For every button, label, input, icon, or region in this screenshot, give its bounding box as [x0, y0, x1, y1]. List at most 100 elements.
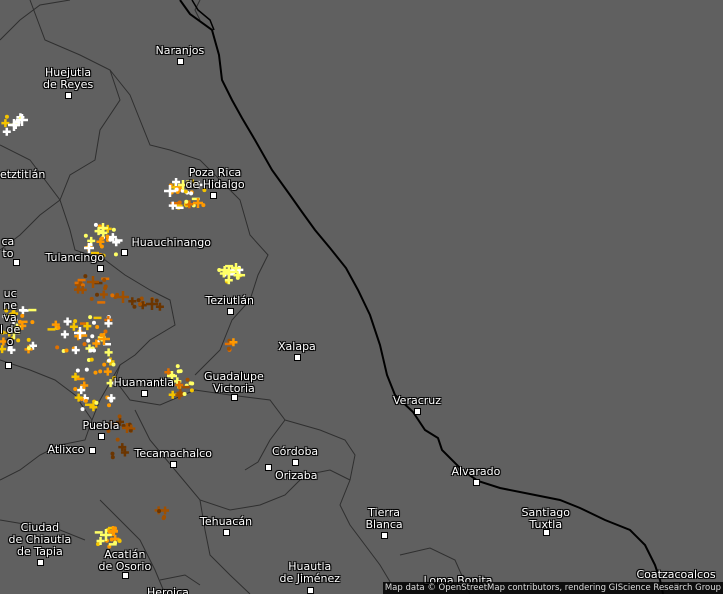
city-marker-huauchinango[interactable] — [121, 249, 128, 256]
city-label-xalapa[interactable]: Xalapa — [278, 341, 316, 353]
city-label-chiautla[interactable]: Ciudad de Chiautla de Tapia — [9, 522, 72, 558]
strike-dot — [110, 455, 115, 460]
city-marker-tulancingo[interactable] — [97, 265, 104, 272]
strike-plus — [128, 297, 137, 306]
strike-plus — [103, 367, 112, 376]
strike-dot — [226, 346, 231, 351]
strike-dot — [93, 222, 98, 227]
city-label-naranjos[interactable]: Naranjos — [156, 45, 205, 57]
strike-dot — [20, 313, 25, 318]
strike-dot — [56, 325, 61, 330]
strike-dot — [110, 451, 115, 456]
strike-dot — [90, 334, 95, 339]
city-label-huauchinango[interactable]: Huauchinango — [132, 237, 211, 249]
strike-dot — [217, 268, 222, 273]
city-label-tierra-blanca[interactable]: Tierra Blanca — [366, 507, 403, 531]
city-label-orizaba[interactable]: Orizaba — [275, 470, 317, 482]
strike-dot — [55, 345, 60, 350]
strike-dot — [157, 509, 162, 514]
city-label-atlixco[interactable]: Atlixco — [48, 444, 85, 456]
strike-dot — [190, 381, 195, 386]
strike-dot — [110, 293, 115, 298]
lagoon-shore — [191, 0, 215, 31]
strike-dot — [185, 377, 190, 382]
city-marker-poza-rica[interactable] — [210, 192, 217, 199]
city-marker-veracruz[interactable] — [414, 408, 421, 415]
city-label-tzitlan[interactable]: etztitlán — [0, 169, 45, 181]
city-label-tehuacan[interactable]: Tehuacán — [200, 516, 252, 528]
city-marker-left-uc[interactable] — [5, 362, 12, 369]
strike-dot — [175, 364, 180, 369]
strike-dot — [109, 537, 114, 542]
strike-plus — [99, 290, 108, 299]
strike-dot — [83, 274, 88, 279]
city-marker-left-ca[interactable] — [13, 259, 20, 266]
city-label-teziutlan[interactable]: Teziutlán — [206, 295, 255, 307]
city-label-left-ca[interactable]: ca to — [2, 236, 15, 260]
strike-dot — [184, 199, 189, 204]
city-label-left-uc[interactable]: uc ne va l de o — [0, 288, 20, 348]
city-label-huautla[interactable]: Huautla de Jiménez — [280, 561, 341, 585]
strike-dot — [115, 437, 120, 442]
city-label-cordoba[interactable]: Córdoba — [272, 446, 318, 458]
strike-dot — [154, 298, 159, 303]
strike-dot — [103, 329, 108, 334]
city-marker-cordoba[interactable] — [292, 459, 299, 466]
strike-dot — [89, 296, 94, 301]
city-label-huamantla[interactable]: Huamantla — [114, 377, 175, 389]
strike-plus — [161, 506, 170, 515]
city-marker-acatlan[interactable] — [122, 572, 129, 579]
city-marker-tierra-blanca[interactable] — [381, 532, 388, 539]
city-marker-huejutla[interactable] — [65, 92, 72, 99]
city-label-puebla[interactable]: Puebla — [83, 420, 120, 432]
map-canvas — [0, 0, 664, 594]
city-marker-atlixco[interactable] — [89, 447, 96, 454]
strike-plus — [63, 317, 72, 326]
city-marker-alvarado[interactable] — [473, 479, 480, 486]
strike-dot — [117, 539, 122, 544]
lightning-map[interactable]: Naranjos Huejutla de Reyes etztitlán Poza Ri… — [0, 0, 723, 594]
strike-plus — [60, 330, 69, 339]
city-marker-huautla[interactable] — [307, 587, 314, 594]
strike-dot — [26, 346, 31, 351]
city-label-tecamachalco[interactable]: Tecamachalco — [135, 448, 212, 460]
city-label-acatlan[interactable]: Acatlán de Osorio — [99, 549, 152, 573]
city-marker-xalapa[interactable] — [294, 354, 301, 361]
city-marker-tehuacan[interactable] — [223, 529, 230, 536]
city-marker-teziutlan[interactable] — [227, 308, 234, 315]
city-label-heroica[interactable]: Heroica — [147, 587, 189, 594]
strike-plus — [104, 348, 113, 357]
strike-dot — [83, 398, 88, 403]
strike-dot — [98, 369, 103, 374]
city-label-huejutla[interactable]: Huejutla de Reyes — [43, 67, 93, 91]
strike-dot — [84, 367, 89, 372]
strike-dot — [64, 348, 69, 353]
strike-dot — [102, 362, 107, 367]
strike-plus — [69, 322, 78, 331]
city-label-tulancingo[interactable]: Tulancingo — [46, 252, 105, 264]
strike-plus — [107, 394, 116, 403]
city-marker-chiautla[interactable] — [37, 559, 44, 566]
city-label-veracruz[interactable]: Veracruz — [393, 395, 441, 407]
city-marker-orizaba[interactable] — [265, 464, 272, 471]
strike-dot — [30, 320, 35, 325]
city-marker-guadalupe-victoria[interactable] — [231, 394, 238, 401]
strike-dot — [80, 407, 85, 412]
city-marker-puebla[interactable] — [98, 433, 105, 440]
city-label-santiago-tuxtla[interactable]: Santiago Tuxtla — [522, 507, 571, 531]
strike-dot — [117, 414, 122, 419]
city-label-coatzacoalcos[interactable]: Coatzacoalcos — [637, 569, 716, 581]
city-marker-huamantla[interactable] — [141, 390, 148, 397]
city-label-alvarado[interactable]: Alvarado — [452, 466, 501, 478]
strike-dot — [88, 315, 93, 320]
city-label-guadalupe-victoria[interactable]: Guadalupe Victoria — [204, 371, 264, 395]
city-marker-tecamachalco[interactable] — [170, 461, 177, 468]
city-label-poza-rica[interactable]: Poza Rica de Hidalgo — [186, 167, 245, 191]
city-marker-santiago-tuxtla[interactable] — [543, 529, 550, 536]
strike-dot — [189, 388, 194, 393]
strike-dot — [105, 234, 110, 239]
city-marker-naranjos[interactable] — [177, 58, 184, 65]
strike-dot — [176, 369, 181, 374]
strike-dot — [95, 292, 100, 297]
map-attribution[interactable]: Map data © OpenStreetMap contributors, r… — [382, 582, 723, 594]
